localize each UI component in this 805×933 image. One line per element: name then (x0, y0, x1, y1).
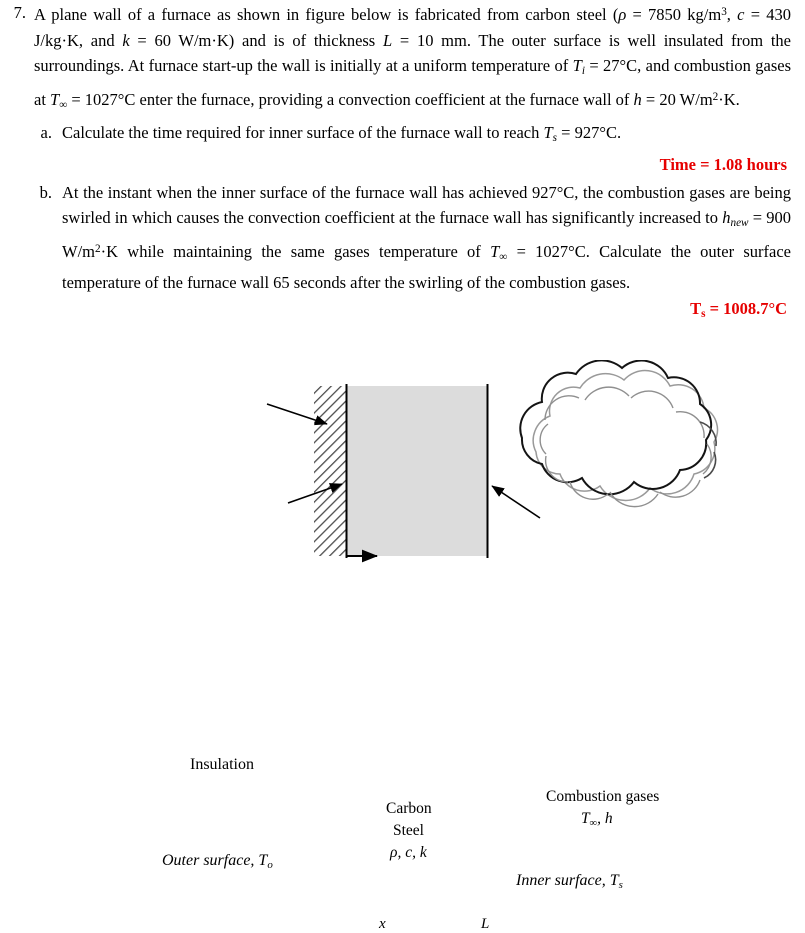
stem-text-8: = 1027°C enter the furnace, providing a … (67, 89, 634, 109)
part-a-letter: a. (40, 123, 52, 143)
label-inner-surface-sub: s (618, 879, 623, 892)
label-gas-h: , h (597, 810, 613, 827)
part-b-text-3: ·K while maintaining the same gases temp… (100, 241, 491, 261)
part-b-symbol-h-sub: new (730, 217, 749, 230)
stem-text-1: A plane wall of a furnace as shown in fi… (34, 5, 619, 25)
furnace-wall-diagram: Insulation Outer surface, To Carbon Stee… (0, 360, 805, 932)
inner-surface-leader-line (491, 485, 541, 519)
label-outer-surface: Outer surface, To (162, 852, 273, 871)
label-steel: Steel (393, 822, 424, 839)
part-a-text-1: Calculate the time required for inner su… (62, 123, 544, 143)
label-inner-surface: Inner surface, Ts (516, 872, 623, 891)
answer-part-b: Ts = 1008.7°C (0, 296, 805, 328)
insulation-block (314, 386, 346, 556)
label-outer-surface-sub: o (267, 859, 273, 872)
label-gas-properties: T∞, h (581, 810, 613, 829)
part-b-text-1: At the instant when the inner surface of… (62, 182, 791, 228)
problem-text-block: 7. A plane wall of a furnace as shown in… (0, 0, 805, 327)
part-a-symbol-T: T (543, 123, 553, 143)
question-number: 7. (13, 3, 26, 22)
answer-b-value: = 1008.7°C (705, 298, 787, 318)
part-b-body: At the instant when the inner surface of… (62, 180, 805, 296)
answer-b-symbol: T (690, 298, 702, 318)
stem-text-5: = 60 W/m·K) and is of thickness (129, 30, 383, 50)
cloud-outline (519, 360, 713, 496)
symbol-k: k (122, 30, 130, 50)
label-gas-T-sub: ∞ (589, 817, 598, 829)
symbol-L: L (382, 30, 393, 50)
answer-part-a: Time = 1.08 hours (659, 155, 787, 175)
symbol-Tinf: T (50, 89, 60, 109)
question-stem-row: 7. A plane wall of a furnace as shown in… (0, 0, 805, 118)
stem-text-9: = 20 W/m (641, 89, 713, 109)
label-axis-x: x (379, 916, 386, 932)
symbol-h: h (633, 89, 642, 109)
stem-text-10: ·K. (718, 89, 740, 109)
label-outer-surface-text: Outer surface, T (162, 852, 268, 869)
part-a-text-2: = 927°C. (557, 123, 622, 143)
diagram-canvas (266, 360, 719, 563)
label-gas-T: T (581, 810, 590, 827)
label-carbon: Carbon (386, 800, 432, 817)
part-b-letter: b. (39, 182, 52, 202)
question-part-a-row: a. Calculate the time required for inner… (0, 120, 805, 152)
carbon-steel-wall (346, 386, 488, 556)
question-stem: A plane wall of a furnace as shown in fi… (34, 0, 805, 118)
label-material-properties: ρ, c, k (390, 844, 427, 861)
label-insulation: Insulation (190, 756, 254, 773)
question-part-b-row: b. At the instant when the inner surface… (0, 180, 805, 296)
part-a-body: Calculate the time required for inner su… (62, 120, 805, 152)
part-b-symbol-T: T (490, 241, 500, 261)
label-inner-surface-text: Inner surface, T (516, 872, 619, 889)
label-combustion-gases: Combustion gases (546, 788, 660, 805)
stem-text-3: , (726, 5, 738, 25)
symbol-Ti: T (572, 56, 582, 76)
stem-text-2: = 7850 kg/m (626, 5, 722, 25)
label-axis-L: L (481, 916, 490, 932)
